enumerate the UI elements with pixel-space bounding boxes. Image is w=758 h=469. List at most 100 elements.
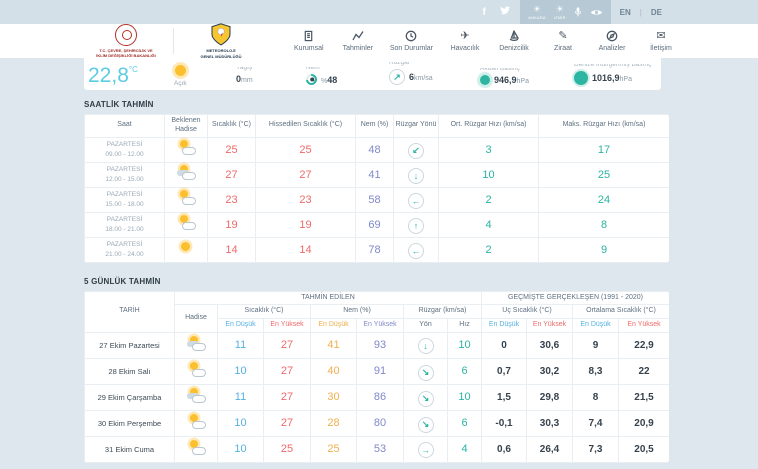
nav-analizler[interactable]: Analizler [595, 30, 629, 52]
building-icon [303, 30, 314, 42]
temperature: 27 [208, 162, 256, 187]
ext-max: 30,2 [527, 358, 573, 384]
col-hiz: Hız [448, 319, 482, 333]
daily-header-row-1: TARİH TAHMİN EDİLEN GEÇMİŞTE GERÇEKLEŞEN… [85, 291, 670, 305]
col-nem: Nem (%) [356, 115, 394, 138]
hum-min: 30 [311, 384, 357, 410]
feels-like: 25 [256, 137, 356, 162]
date: 29 Ekim Çarşamba [85, 384, 175, 410]
nav-tahminler[interactable]: Tahminler [341, 30, 375, 52]
ext-min: 0 [482, 332, 527, 358]
accessibility-eye-icon[interactable] [590, 8, 603, 17]
nav-son-durumlar[interactable]: Son Durumlar [390, 30, 433, 52]
temperature: 19 [208, 212, 256, 237]
weather-icon [174, 214, 198, 230]
lang-separator: | [640, 8, 642, 17]
current-precipitation: Yağış 0mm [236, 67, 253, 90]
weather-icon [174, 164, 198, 180]
daily-row: 27 Ekim Pazartesi 11 27 41 93 ↓ 10 0 30,… [85, 332, 670, 358]
ministry-logo[interactable]: T.C. ÇEVRE, ŞEHİRCİLİK VE İKLİM DEĞİŞİKL… [88, 24, 164, 58]
col-hadise: Beklenen Hadise [165, 115, 208, 138]
daily-row: 31 Ekim Cuma 10 25 25 53 → 4 0,6 26,4 7,… [85, 436, 670, 462]
lang-de-link[interactable]: DE [651, 8, 662, 17]
temperature: 25 [208, 137, 256, 162]
humidity: 69 [356, 212, 394, 237]
col-ext-min: En Düşük [482, 319, 527, 333]
time-slot: PAZARTESİ09.00 - 12.00 [85, 137, 165, 162]
temp-max: 27 [264, 384, 311, 410]
current-sea-pressure: Denize İndirgenmiş Basınç 1016,9hPa [574, 64, 651, 90]
humidity: 41 [356, 162, 394, 187]
current-temperature: 22,8°C [88, 65, 138, 90]
ext-max: 29,8 [527, 384, 573, 410]
wind-direction-icon: ↙ [408, 143, 424, 159]
humidity: 78 [356, 237, 394, 262]
lang-en-link[interactable]: EN [620, 8, 631, 17]
sun-kiosk-icon: ☀ [533, 5, 541, 15]
hourly-row: PAZARTESİ21.00 - 24.00 14 14 78 ← 2 9 [85, 237, 670, 262]
nav-denizcilik[interactable]: Denizcilik [497, 30, 531, 52]
ministry-emblem-icon [115, 24, 137, 46]
hum-min: 28 [311, 410, 357, 436]
col-tarih: TARİH [85, 291, 175, 332]
temp-max: 25 [264, 436, 311, 462]
microphone-icon[interactable] [574, 6, 582, 18]
weather-icon [174, 239, 198, 255]
ext-max: 30,6 [527, 332, 573, 358]
temp-min: 10 [218, 358, 264, 384]
daily-row: 29 Ekim Çarşamba 11 27 30 86 ↘ 10 1,5 29… [85, 384, 670, 410]
hum-min: 41 [311, 332, 357, 358]
time-slot: PAZARTESİ15.00 - 18.00 [85, 187, 165, 212]
col-avg-max: En Yüksek [619, 319, 670, 333]
nav-ziraat[interactable]: ✎ Ziraat [546, 30, 580, 52]
facebook-icon[interactable]: f [478, 7, 490, 18]
avg-wind: 3 [439, 137, 539, 162]
group-gecmiste: GEÇMİŞTE GERÇEKLEŞEN (1991 - 2020) [482, 291, 670, 305]
wind-direction-icon: ↑ [408, 218, 424, 234]
current-condition: Açık [174, 65, 187, 90]
time-slot: PAZARTESİ12.00 - 15.00 [85, 162, 165, 187]
temp-max: 27 [264, 410, 311, 436]
temp-min: 10 [218, 436, 264, 462]
ankara-kiosk-icon[interactable]: ☀ ANKARA [528, 5, 546, 20]
wind-direction-icon: ↓ [418, 338, 434, 354]
current-pressure: Aktüel Basınç 946,9hPa [480, 68, 529, 90]
temp-max: 27 [264, 332, 311, 358]
wind-speed: 6 [448, 358, 482, 384]
wind-direction-icon: → [418, 442, 434, 458]
hourly-row: PAZARTESİ12.00 - 15.00 27 27 41 ↓ 10 25 [85, 162, 670, 187]
wind-speed: 10 [448, 332, 482, 358]
plane-icon: ✈ [460, 30, 469, 42]
avg-max: 20,5 [619, 436, 670, 462]
col-temp-max: En Yüksek [264, 319, 311, 333]
hum-max: 80 [357, 410, 404, 436]
max-wind: 25 [539, 162, 670, 187]
izmir-kiosk-icon[interactable]: ☀ İZMİR [554, 5, 566, 20]
nav-kurumsal[interactable]: Kurumsal [292, 30, 326, 52]
hourly-row: PAZARTESİ09.00 - 12.00 25 25 48 ↙ 3 17 [85, 137, 670, 162]
ext-min: 0,6 [482, 436, 527, 462]
ext-max: 30,3 [527, 410, 573, 436]
hum-min: 25 [311, 436, 357, 462]
mgm-shield-icon [211, 23, 231, 46]
hourly-header-row: Saat Beklenen Hadise Sıcaklık (°C) Hisse… [85, 115, 670, 138]
humidity: 58 [356, 187, 394, 212]
group-tahmin-edilen: TAHMİN EDİLEN [175, 291, 482, 305]
envelope-icon: ✉ [656, 30, 665, 42]
nav-havacilik[interactable]: ✈ Havacılık [448, 30, 482, 52]
date: 28 Ekim Salı [85, 358, 175, 384]
sailboat-icon [508, 30, 520, 42]
col-saat: Saat [85, 115, 165, 138]
twitter-icon[interactable] [499, 6, 511, 18]
ext-min: -0,1 [482, 410, 527, 436]
max-wind: 9 [539, 237, 670, 262]
time-slot: PAZARTESİ18.00 - 21.00 [85, 212, 165, 237]
mgm-logo[interactable]: METEOROLOJİ GENEL MÜDÜRLÜĞÜ [183, 23, 259, 58]
wind-speed: 4 [448, 436, 482, 462]
wind-speed: 10 [448, 384, 482, 410]
wind-direction-icon: ↘ [418, 417, 434, 433]
avg-min: 8,3 [573, 358, 619, 384]
temp-max: 27 [264, 358, 311, 384]
nav-iletisim[interactable]: ✉ İletişim [644, 30, 678, 52]
weather-icon [184, 413, 208, 429]
